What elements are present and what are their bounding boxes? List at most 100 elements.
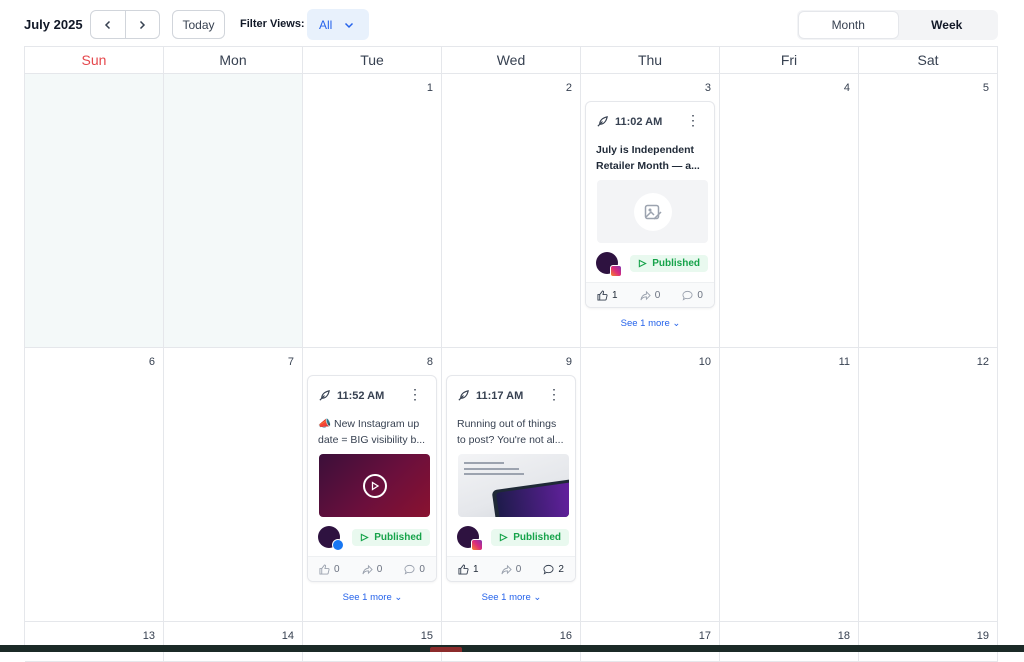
image-text-line bbox=[464, 473, 524, 475]
comments-stat: 0 bbox=[404, 564, 425, 575]
post-image[interactable] bbox=[458, 454, 569, 517]
comments-count: 0 bbox=[697, 289, 703, 301]
quill-icon bbox=[319, 390, 330, 401]
see-more-label: See 1 more bbox=[342, 592, 392, 603]
more-options-icon[interactable]: ⋮ bbox=[408, 387, 422, 401]
play-icon bbox=[362, 473, 387, 498]
status-text: Published bbox=[513, 531, 561, 543]
shares-stat: 0 bbox=[362, 563, 383, 575]
likes-stat: 0 bbox=[319, 564, 340, 575]
day-number: 7 bbox=[287, 356, 294, 368]
day-cell[interactable]: 6 bbox=[25, 348, 164, 622]
post-card[interactable]: 11:52 AM ⋮ 📣 New Instagram up date = BIG… bbox=[307, 375, 437, 582]
day-cell[interactable]: 9 11:17 AM ⋮ Running out of things to po… bbox=[442, 348, 581, 622]
today-button[interactable]: Today bbox=[172, 10, 225, 39]
post-time: 11:17 AM bbox=[476, 389, 524, 402]
day-cell[interactable]: 16 bbox=[442, 622, 581, 662]
day-number: 6 bbox=[148, 356, 155, 368]
calendar-toolbar: July 2025 Today Filter Views: All Month … bbox=[0, 0, 1024, 48]
filter-views-select[interactable]: All bbox=[307, 9, 369, 40]
send-icon bbox=[500, 532, 509, 542]
month-nav bbox=[90, 10, 160, 39]
shares-count: 0 bbox=[376, 563, 383, 575]
status-badge: Published bbox=[491, 528, 569, 546]
day-cell[interactable] bbox=[164, 74, 303, 348]
day-cell[interactable]: 5 bbox=[859, 74, 998, 348]
day-number: 14 bbox=[281, 630, 294, 642]
day-cell[interactable]: 14 bbox=[164, 622, 303, 662]
month-grid: Sun Mon Tue Wed Thu Fri Sat 1 2 3 11:02 … bbox=[24, 46, 998, 662]
comment-icon bbox=[404, 564, 415, 575]
day-cell[interactable]: 2 bbox=[442, 74, 581, 348]
day-cell[interactable]: 13 bbox=[25, 622, 164, 662]
os-taskbar bbox=[0, 645, 1024, 652]
post-caption: 📣 New Instagram up date = BIG visibility… bbox=[318, 416, 430, 448]
share-icon bbox=[362, 564, 373, 574]
day-cell[interactable]: 4 bbox=[720, 74, 859, 348]
shares-count: 0 bbox=[515, 563, 522, 575]
status-text: Published bbox=[652, 257, 700, 269]
day-cell[interactable]: 19 bbox=[859, 622, 998, 662]
see-more-link[interactable]: See 1 more ⌄ bbox=[442, 592, 581, 603]
likes-count: 0 bbox=[334, 563, 340, 575]
comment-icon bbox=[682, 290, 693, 301]
filter-value: All bbox=[319, 17, 333, 32]
next-month-button[interactable] bbox=[124, 11, 159, 38]
comments-count: 0 bbox=[419, 563, 425, 575]
video-thumbnail[interactable] bbox=[319, 454, 430, 517]
avatar bbox=[596, 252, 622, 277]
day-number: 3 bbox=[704, 82, 711, 94]
day-cell[interactable]: 7 bbox=[164, 348, 303, 622]
see-more-link[interactable]: See 1 more ⌄ bbox=[581, 318, 720, 329]
day-number: 10 bbox=[698, 356, 711, 368]
weekday-sun: Sun bbox=[25, 47, 164, 74]
post-time: 11:02 AM bbox=[615, 115, 663, 128]
send-icon bbox=[639, 258, 648, 268]
post-footer: Published bbox=[596, 251, 708, 277]
status-text: Published bbox=[374, 531, 422, 543]
image-text-line bbox=[464, 462, 504, 464]
day-number: 13 bbox=[142, 630, 155, 642]
see-more-link[interactable]: See 1 more ⌄ bbox=[303, 592, 442, 603]
chevron-right-icon bbox=[140, 20, 146, 29]
day-cell[interactable]: 3 11:02 AM ⋮ July is Independent Retaile… bbox=[581, 74, 720, 348]
taskbar-app[interactable] bbox=[430, 647, 462, 652]
shares-count: 0 bbox=[654, 289, 661, 301]
day-cell[interactable]: 18 bbox=[720, 622, 859, 662]
send-icon bbox=[361, 532, 370, 542]
more-options-icon[interactable]: ⋮ bbox=[547, 387, 561, 401]
image-text-line bbox=[464, 468, 519, 470]
chevron-down-icon: ⌄ bbox=[533, 592, 542, 603]
day-cell[interactable]: 15 bbox=[303, 622, 442, 662]
day-number: 4 bbox=[843, 82, 850, 94]
status-badge: Published bbox=[630, 254, 708, 272]
avatar bbox=[318, 526, 344, 551]
day-cell[interactable]: 17 bbox=[581, 622, 720, 662]
day-cell[interactable]: 12 bbox=[859, 348, 998, 622]
more-options-icon[interactable]: ⋮ bbox=[686, 113, 700, 127]
day-cell[interactable]: 8 11:52 AM ⋮ 📣 New Instagram up date = B… bbox=[303, 348, 442, 622]
day-cell[interactable]: 1 bbox=[303, 74, 442, 348]
weekday-tue: Tue bbox=[303, 47, 442, 74]
caption-line: July is Independent bbox=[596, 144, 695, 156]
week-row: 6 7 8 11:52 AM ⋮ 📣 New Instagram up date… bbox=[25, 348, 998, 622]
day-cell[interactable]: 10 bbox=[581, 348, 720, 622]
day-cell[interactable] bbox=[25, 74, 164, 348]
quill-icon bbox=[458, 390, 469, 401]
prev-month-button[interactable] bbox=[91, 11, 125, 38]
day-number: 19 bbox=[976, 630, 989, 642]
day-number: 9 bbox=[565, 356, 572, 368]
post-card[interactable]: 11:02 AM ⋮ July is Independent Retailer … bbox=[585, 101, 715, 308]
post-card[interactable]: 11:17 AM ⋮ Running out of things to post… bbox=[446, 375, 576, 582]
day-number: 8 bbox=[426, 356, 433, 368]
post-stats: 1 0 2 bbox=[447, 556, 575, 581]
post-caption: Running out of things to post? You're no… bbox=[457, 416, 569, 448]
weekday-wed: Wed bbox=[442, 47, 581, 74]
post-footer: Published bbox=[318, 525, 430, 551]
shares-stat: 0 bbox=[640, 289, 661, 301]
week-view-button[interactable]: Week bbox=[898, 12, 997, 38]
post-stats: 1 0 0 bbox=[586, 282, 714, 307]
day-cell[interactable]: 11 bbox=[720, 348, 859, 622]
month-view-button[interactable]: Month bbox=[799, 12, 898, 38]
chevron-down-icon bbox=[345, 22, 354, 28]
